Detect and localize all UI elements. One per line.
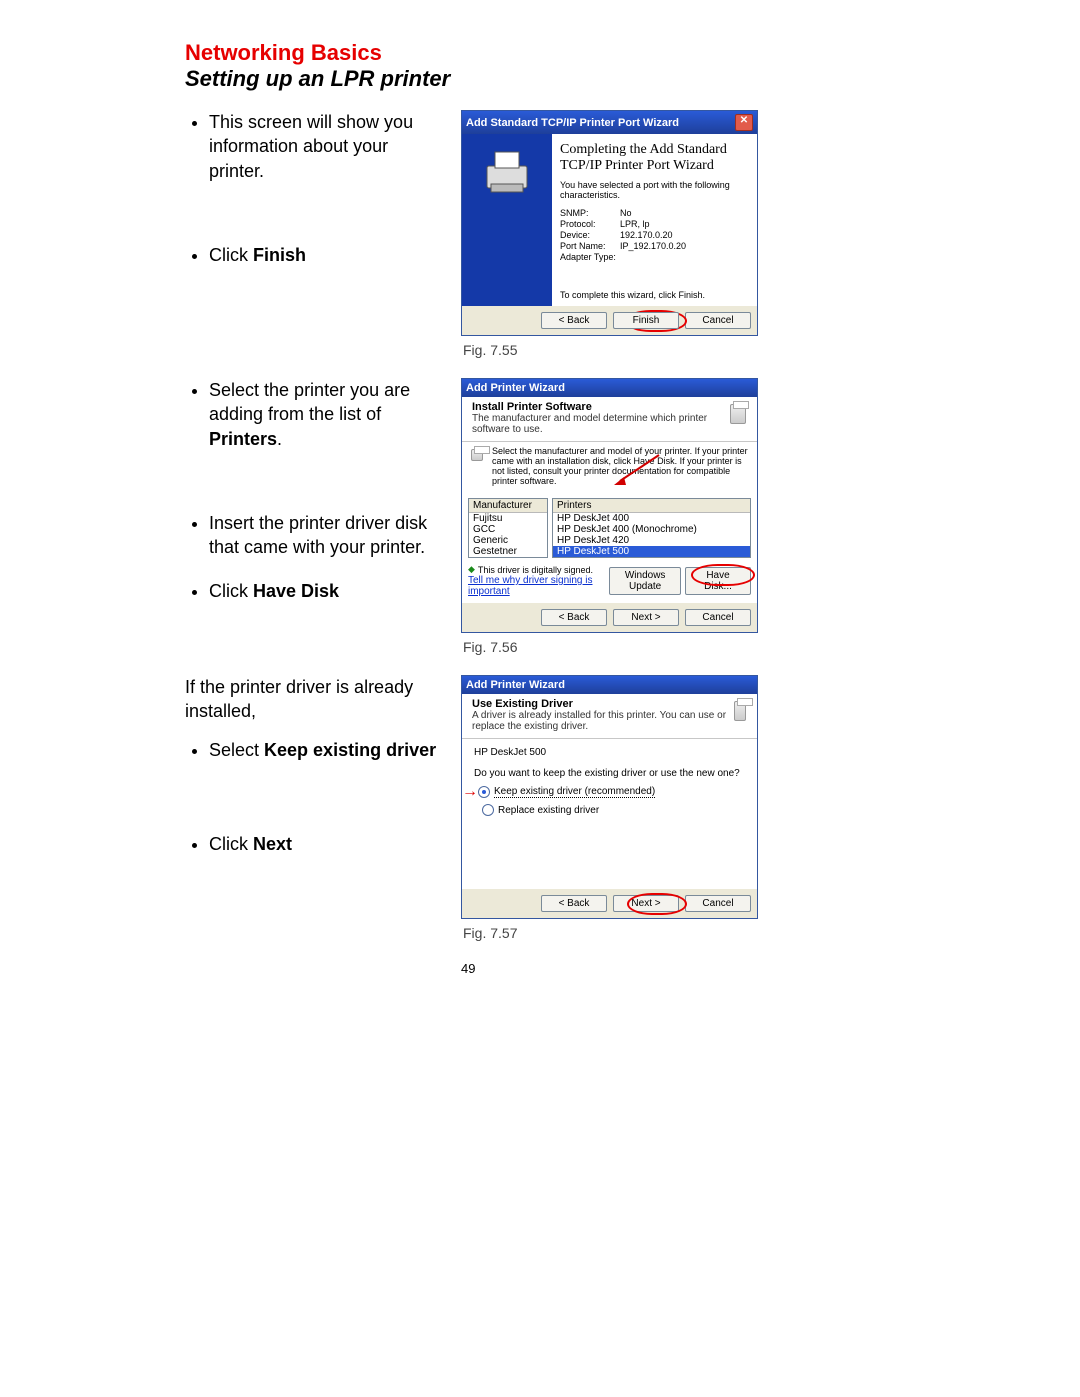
printer-illustration-icon xyxy=(477,144,537,204)
value: No xyxy=(620,208,749,218)
replace-driver-radio[interactable]: Replace existing driver xyxy=(482,804,751,816)
wizard-footer-text: To complete this wizard, click Finish. xyxy=(560,290,749,300)
wizard-step-sub: The manufacturer and model determine whi… xyxy=(472,413,727,435)
figure-caption: Fig. 7.56 xyxy=(463,639,900,655)
list-item[interactable]: Generic xyxy=(469,535,547,546)
list-item[interactable]: Fujitsu xyxy=(469,513,547,524)
label: SNMP: xyxy=(560,208,620,218)
wizard-heading: Completing the Add Standard TCP/IP Print… xyxy=(560,142,749,174)
close-icon[interactable]: ✕ xyxy=(735,114,753,131)
lead-text: If the printer driver is already install… xyxy=(185,675,445,724)
bold-text: Have Disk xyxy=(253,581,339,601)
instruction-item: Select Keep existing driver xyxy=(209,738,445,762)
list-item[interactable]: HP DeskJet 400 xyxy=(553,513,750,524)
next-button[interactable]: Next > xyxy=(613,609,679,626)
arrow-annotation-icon xyxy=(614,451,674,485)
highlight-oval xyxy=(691,564,755,586)
label: Device: xyxy=(560,230,620,240)
value: 192.170.0.20 xyxy=(620,230,749,240)
radio-label: Replace existing driver xyxy=(498,805,599,816)
wizard-dialog-install-software: Add Printer Wizard Install Printer Softw… xyxy=(461,378,758,633)
value: LPR, lp xyxy=(620,219,749,229)
text: Click xyxy=(209,581,253,601)
printers-list[interactable]: Printers HP DeskJet 400 HP DeskJet 400 (… xyxy=(552,498,751,558)
instruction-item: Insert the printer driver disk that came… xyxy=(209,511,445,560)
back-button[interactable]: < Back xyxy=(541,312,607,329)
windows-update-button[interactable]: Windows Update xyxy=(609,567,681,595)
driver-signing-link[interactable]: Tell me why driver signing is important xyxy=(468,575,609,597)
figure-caption: Fig. 7.55 xyxy=(463,342,900,358)
list-item[interactable]: GCC xyxy=(469,524,547,535)
instruction-item: Click Have Disk xyxy=(209,579,445,603)
value: IP_192.170.0.20 xyxy=(620,241,749,251)
list-item[interactable]: HP DeskJet 400 (Monochrome) xyxy=(553,524,750,535)
radio-label: Keep existing driver (recommended) xyxy=(494,786,655,798)
shield-icon: ◆ xyxy=(468,564,475,575)
printer-icon xyxy=(731,698,749,724)
dialog-title: Add Standard TCP/IP Printer Port Wizard xyxy=(466,117,679,129)
text: Click xyxy=(209,834,253,854)
bold-text: Keep existing driver xyxy=(264,740,436,760)
instruction-item: Click Finish xyxy=(209,243,445,267)
text: . xyxy=(277,429,282,449)
cancel-button[interactable]: Cancel xyxy=(685,609,751,626)
bold-text: Finish xyxy=(253,245,306,265)
manufacturer-list[interactable]: Manufacturer Fujitsu GCC Generic Gestetn… xyxy=(468,498,548,558)
figure-caption: Fig. 7.57 xyxy=(463,925,900,941)
text: Select the printer you are adding from t… xyxy=(209,380,410,424)
instruction-item: This screen will show you information ab… xyxy=(209,110,445,183)
back-button[interactable]: < Back xyxy=(541,609,607,626)
label: Adapter Type: xyxy=(560,252,620,262)
page-number: 49 xyxy=(461,961,900,976)
label: Protocol: xyxy=(560,219,620,229)
list-item-selected[interactable]: HP DeskJet 500 xyxy=(553,546,750,557)
list-item[interactable]: Gestetner xyxy=(469,546,547,557)
page-subtitle: Setting up an LPR printer xyxy=(185,66,900,92)
wizard-step-sub: A driver is already installed for this p… xyxy=(472,710,731,732)
list-item[interactable]: HP DeskJet 420 xyxy=(553,535,750,546)
dialog-title: Add Printer Wizard xyxy=(466,679,565,691)
list-item[interactable]: HP xyxy=(469,557,547,558)
arrow-annotation-icon: → xyxy=(462,783,478,801)
printer-icon xyxy=(727,401,749,427)
wizard-step-title: Install Printer Software xyxy=(472,401,727,413)
label: Port Name: xyxy=(560,241,620,251)
instruction-item: Select the printer you are adding from t… xyxy=(209,378,445,451)
highlight-oval xyxy=(627,893,687,915)
cancel-button[interactable]: Cancel xyxy=(685,312,751,329)
bold-text: Next xyxy=(253,834,292,854)
question-text: Do you want to keep the existing driver … xyxy=(474,768,751,779)
text: Select xyxy=(209,740,264,760)
dialog-title: Add Printer Wizard xyxy=(466,382,565,394)
wizard-subtext: You have selected a port with the follow… xyxy=(560,180,749,200)
wizard-dialog-existing-driver: Add Printer Wizard Use Existing Driver A… xyxy=(461,675,758,919)
signed-text: This driver is digitally signed. xyxy=(478,565,593,575)
wizard-step-title: Use Existing Driver xyxy=(472,698,731,710)
back-button[interactable]: < Back xyxy=(541,895,607,912)
instruction-item: Click Next xyxy=(209,832,445,856)
keep-driver-radio[interactable]: Keep existing driver (recommended) xyxy=(478,786,655,798)
page-title: Networking Basics xyxy=(185,40,900,66)
bold-text: Printers xyxy=(209,429,277,449)
wizard-dialog-port: Add Standard TCP/IP Printer Port Wizard … xyxy=(461,110,758,336)
column-header: Printers xyxy=(553,499,750,513)
cancel-button[interactable]: Cancel xyxy=(685,895,751,912)
finish-button[interactable]: Finish xyxy=(613,312,679,329)
printer-model: HP DeskJet 500 xyxy=(474,747,751,758)
text: Click xyxy=(209,245,253,265)
column-header: Manufacturer xyxy=(469,499,547,513)
printer-icon xyxy=(468,446,486,464)
